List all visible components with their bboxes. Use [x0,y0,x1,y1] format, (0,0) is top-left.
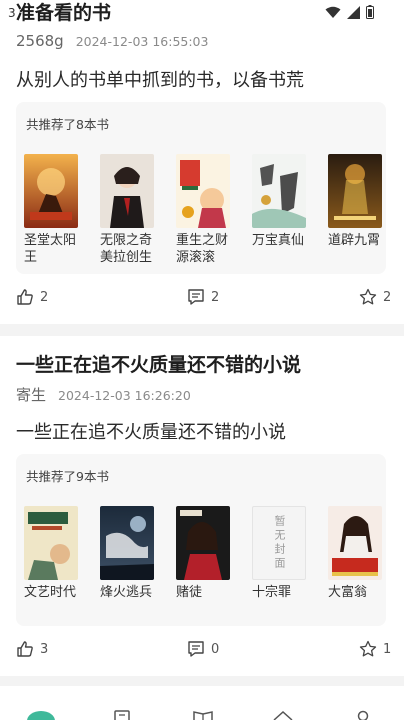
favorite-button[interactable]: 2 [359,288,391,306]
book-title: 烽火逃兵 [100,585,153,600]
bottom-tab-bar [0,708,404,720]
book-item[interactable]: 圣堂太阳王 [24,154,80,266]
book-item[interactable]: 暂无封面 十宗罪 [252,506,308,601]
booklist-description: 从别人的书单中抓到的书，以备书荒 [16,70,304,91]
book-item[interactable]: 文艺时代 [24,506,80,601]
comment-count: 2 [211,289,220,305]
book-item[interactable]: 大富翁 [328,506,384,601]
booklist-title: 一些正在追不火质量还不错的小说 [16,354,302,376]
booklist-card[interactable]: 准备看的书 2568g 2024-12-03 16:55:03 从别人的书单中抓… [0,0,404,324]
book-cover[interactable] [100,506,154,580]
star-icon [359,288,377,305]
booklist-meta: 寄生 2024-12-03 16:26:20 [16,384,191,405]
action-bar: 2 2 2 [16,288,391,310]
like-button[interactable]: 3 [16,640,48,658]
book-title: 大富翁 [328,585,368,600]
signal-icon [347,5,360,19]
post-date: 2024-12-03 16:55:03 [75,34,209,49]
discover-tab-icon[interactable] [272,710,294,720]
bookshelf-tab-icon[interactable] [112,710,132,720]
home-tab-icon[interactable] [26,710,56,720]
status-icons [325,5,374,19]
book-panel: 共推荐了9本书 文艺时代 烽火逃兵 赌徒 暂无封面 十宗罪 大富翁 [16,454,386,626]
status-time: 3 [8,6,16,20]
thumb-up-icon [17,641,33,657]
comment-count: 0 [211,641,220,657]
book-cover[interactable] [328,506,382,580]
book-item[interactable]: 重生之财源滚滚 [176,154,232,266]
book-cover[interactable] [328,154,382,228]
comment-button[interactable]: 2 [187,288,219,306]
like-count: 3 [40,641,49,657]
book-item[interactable]: 万宝真仙 [252,154,308,266]
book-panel: 共推荐了8本书 圣堂太阳王 无限之奇美拉创生 重生之财源滚滚 万宝真仙 道辟九霄 [16,102,386,274]
status-bar: 3 [0,0,404,26]
book-title: 文艺时代 [24,585,77,600]
book-item[interactable]: 赌徒 [176,506,232,601]
book-title: 重生之财源滚滚 [176,233,229,265]
favorite-count: 2 [383,289,392,305]
book-title: 万宝真仙 [252,233,305,248]
book-cover[interactable] [176,506,230,580]
thumb-up-icon [17,289,33,305]
book-row: 文艺时代 烽火逃兵 赌徒 暂无封面 十宗罪 大富翁 [24,506,384,601]
book-title: 十宗罪 [252,585,292,600]
favorite-button[interactable]: 1 [359,640,391,658]
book-cover[interactable]: 暂无封面 [252,506,306,580]
book-title: 道辟九霄 [328,233,381,248]
book-tab-icon[interactable] [192,710,214,720]
booklist-card[interactable]: 一些正在追不火质量还不错的小说 寄生 2024-12-03 16:26:20 一… [0,336,404,676]
battery-icon [366,5,374,19]
booklist-description: 一些正在追不火质量还不错的小说 [16,422,286,443]
action-bar: 3 0 1 [16,640,391,662]
book-item[interactable]: 烽火逃兵 [100,506,156,601]
booklist-meta: 2568g 2024-12-03 16:55:03 [16,32,208,50]
book-cover[interactable] [176,154,230,228]
comment-icon [188,289,204,305]
book-title: 无限之奇美拉创生 [100,233,153,265]
book-cover[interactable] [100,154,154,228]
booklist-card[interactable] [0,686,404,726]
book-cover[interactable] [24,154,78,228]
book-title: 赌徒 [176,585,203,600]
wifi-icon [325,6,341,18]
favorite-count: 1 [383,641,392,657]
book-item[interactable]: 无限之奇美拉创生 [100,154,156,266]
comment-icon [188,641,204,657]
author-name[interactable]: 2568g [16,32,64,50]
book-row: 圣堂太阳王 无限之奇美拉创生 重生之财源滚滚 万宝真仙 道辟九霄 [24,154,384,266]
book-count-label: 共推荐了9本书 [26,469,109,484]
comment-button[interactable]: 0 [187,640,219,658]
book-item[interactable]: 道辟九霄 [328,154,384,266]
book-cover[interactable] [252,154,306,228]
profile-tab-icon[interactable] [354,710,372,720]
no-cover-placeholder: 暂无封面 [273,515,286,571]
author-name[interactable]: 寄生 [16,384,46,405]
book-cover[interactable] [24,506,78,580]
post-date: 2024-12-03 16:26:20 [58,388,191,403]
book-count-label: 共推荐了8本书 [26,117,109,132]
book-title: 圣堂太阳王 [24,233,77,265]
like-button[interactable]: 2 [16,288,48,306]
star-icon [359,640,377,657]
like-count: 2 [40,289,49,305]
